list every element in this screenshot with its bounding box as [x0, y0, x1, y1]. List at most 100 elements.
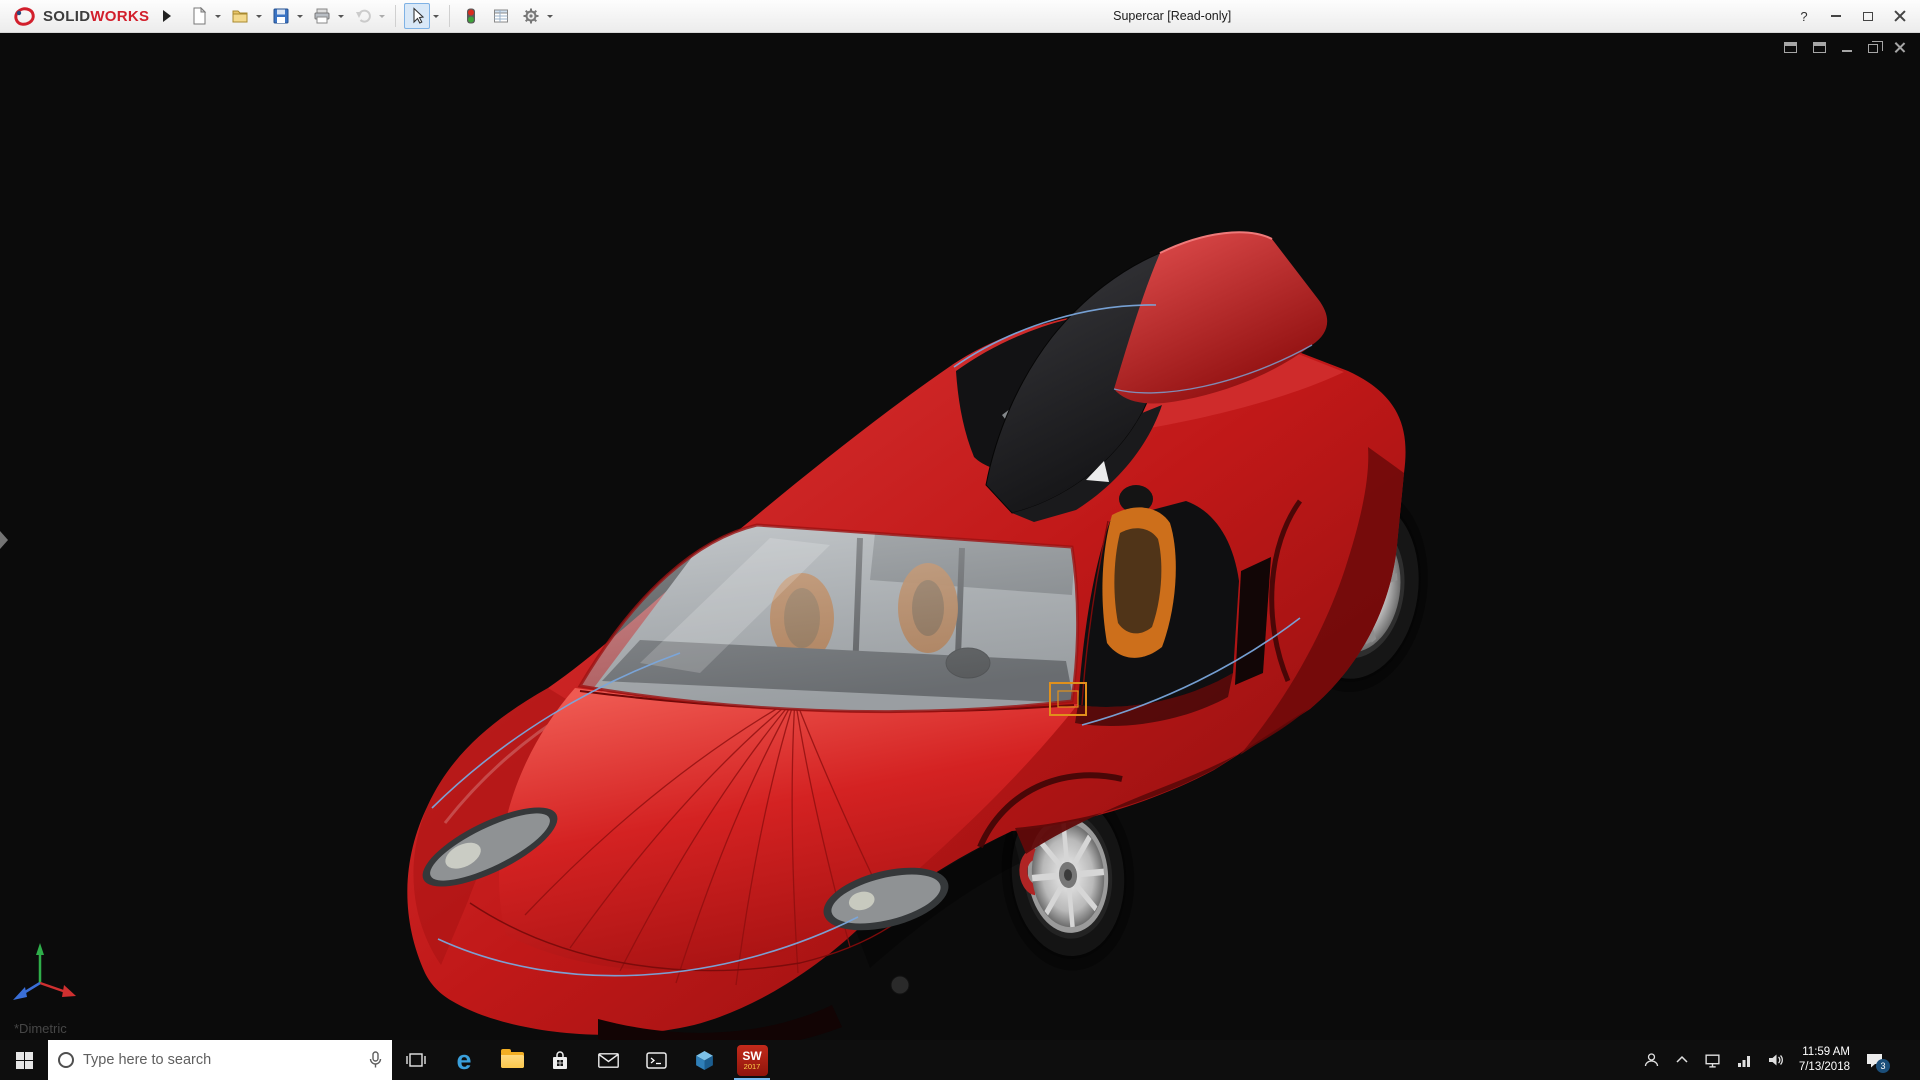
open-folder-icon — [231, 7, 249, 25]
file-properties-button[interactable] — [488, 3, 514, 29]
options-group — [518, 3, 555, 29]
rebuild-stoplight-icon — [462, 7, 480, 25]
print-dropdown[interactable] — [335, 3, 346, 29]
3ds-logo-icon — [10, 5, 38, 27]
graphics-viewport[interactable]: *Dimetric — [0, 33, 1920, 1040]
system-tray: 11:59 AM 7/13/2018 3 — [1635, 1040, 1920, 1080]
network-button[interactable] — [1704, 1053, 1721, 1068]
network-icon — [1704, 1053, 1721, 1068]
mail-button[interactable] — [584, 1040, 632, 1080]
save-group — [268, 3, 305, 29]
menu-flyout-arrow[interactable] — [163, 10, 171, 22]
file-properties-group — [488, 3, 514, 29]
help-button[interactable]: ? — [1788, 3, 1820, 30]
notification-badge: 3 — [1876, 1059, 1890, 1073]
file-explorer-icon — [501, 1052, 524, 1068]
rebuild-group — [458, 3, 484, 29]
signal-button[interactable] — [1736, 1054, 1752, 1067]
options-dropdown[interactable] — [544, 3, 555, 29]
volume-button[interactable] — [1767, 1052, 1784, 1068]
signal-bars-icon — [1736, 1054, 1752, 1067]
chevron-down-icon — [256, 15, 262, 21]
open-group — [227, 3, 264, 29]
people-button[interactable] — [1643, 1052, 1660, 1068]
doc-close-icon[interactable] — [1894, 41, 1906, 53]
new-document-dropdown[interactable] — [212, 3, 223, 29]
windows-taskbar: e — [0, 1040, 1920, 1080]
file-explorer-button[interactable] — [488, 1040, 536, 1080]
save-floppy-icon — [272, 7, 290, 25]
undo-dropdown[interactable] — [376, 3, 387, 29]
standard-toolbar — [185, 3, 556, 29]
maximize-button[interactable] — [1852, 3, 1884, 30]
undo-group — [350, 3, 387, 29]
microphone-icon[interactable] — [369, 1051, 382, 1069]
windshield[interactable] — [580, 525, 1078, 712]
windows-logo-icon — [16, 1052, 33, 1069]
select-group — [404, 3, 441, 29]
undo-button[interactable] — [350, 3, 376, 29]
edrawings-button[interactable] — [680, 1040, 728, 1080]
cube-icon — [694, 1050, 715, 1071]
open-button[interactable] — [227, 3, 253, 29]
chevron-up-icon — [1675, 1054, 1689, 1066]
store-button[interactable] — [536, 1040, 584, 1080]
speaker-icon — [1767, 1052, 1784, 1068]
search-input[interactable] — [83, 1052, 360, 1068]
chevron-down-icon — [379, 15, 385, 21]
console-button[interactable] — [632, 1040, 680, 1080]
mail-envelope-icon — [598, 1053, 619, 1068]
edge-button[interactable]: e — [440, 1040, 488, 1080]
task-view-button[interactable] — [392, 1040, 440, 1080]
toolbar-separator — [449, 5, 450, 27]
maximize-icon — [1863, 12, 1873, 21]
person-icon — [1643, 1052, 1660, 1068]
close-button[interactable] — [1884, 3, 1916, 30]
solidworks-icon-abbr: SW — [742, 1050, 761, 1062]
save-button[interactable] — [268, 3, 294, 29]
orientation-triad[interactable] — [13, 943, 76, 1000]
feature-manager-collapsed-tab[interactable] — [0, 531, 8, 549]
taskbar-clock[interactable]: 11:59 AM 7/13/2018 — [1799, 1045, 1850, 1075]
print-button[interactable] — [309, 3, 335, 29]
select-tool-button[interactable] — [404, 3, 430, 29]
new-document-icon — [190, 7, 208, 25]
chevron-down-icon — [297, 15, 303, 21]
new-window-icon[interactable] — [1784, 42, 1797, 53]
start-button[interactable] — [0, 1040, 48, 1080]
brand-wordmark: SOLIDWORKS — [43, 8, 149, 25]
printer-icon — [313, 7, 331, 25]
doc-restore-icon[interactable] — [1868, 44, 1878, 53]
new-document-button[interactable] — [186, 3, 212, 29]
view-orientation-label: *Dimetric — [14, 1021, 67, 1036]
minimize-button[interactable] — [1820, 3, 1852, 30]
print-group — [309, 3, 346, 29]
action-center-button[interactable]: 3 — [1865, 1052, 1892, 1069]
options-button[interactable] — [518, 3, 544, 29]
open-dropdown[interactable] — [253, 3, 264, 29]
brand-word-works: WORKS — [90, 8, 149, 25]
clock-date: 7/13/2018 — [1799, 1060, 1850, 1075]
edge-icon: e — [456, 1047, 471, 1074]
solidworks-app-icon: SW 2017 — [737, 1045, 768, 1076]
doc-minimize-icon[interactable] — [1842, 42, 1852, 52]
minimize-icon — [1831, 15, 1841, 17]
supercar-model-canvas[interactable] — [0, 33, 1920, 1040]
tray-overflow-button[interactable] — [1675, 1054, 1689, 1066]
chevron-down-icon — [215, 15, 221, 21]
solidworks-2017-button[interactable]: SW 2017 — [728, 1040, 776, 1080]
select-cursor-icon — [408, 7, 426, 25]
taskbar-search-box[interactable] — [48, 1040, 392, 1080]
task-view-icon — [406, 1052, 426, 1068]
chevron-down-icon — [547, 15, 553, 21]
select-tool-dropdown[interactable] — [430, 3, 441, 29]
rebuild-button[interactable] — [458, 3, 484, 29]
save-dropdown[interactable] — [294, 3, 305, 29]
split-window-icon[interactable] — [1813, 42, 1826, 53]
chevron-down-icon — [433, 15, 439, 21]
solidworks-icon-year: 2017 — [744, 1063, 761, 1071]
clock-time: 11:59 AM — [1799, 1045, 1850, 1060]
new-document-group — [186, 3, 223, 29]
undo-icon — [354, 7, 372, 25]
toolbar-separator — [395, 5, 396, 27]
